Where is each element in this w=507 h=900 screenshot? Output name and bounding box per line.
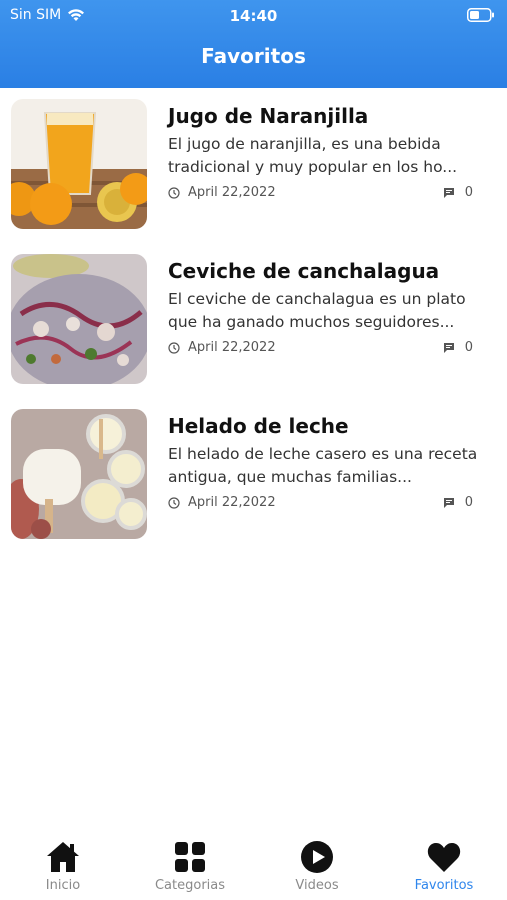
comment-icon: [443, 342, 454, 353]
clock: 14:40: [229, 7, 278, 25]
comment-count: 0: [464, 340, 473, 355]
date-meta: April 22,2022: [168, 340, 276, 355]
clock-icon: [168, 496, 180, 509]
recipe-description: El jugo de naranjilla, es una bebida tra…: [168, 135, 458, 176]
list-item[interactable]: Ceviche de canchalagua El ceviche de can…: [0, 243, 507, 398]
comment-icon: [443, 187, 454, 198]
tab-categorias[interactable]: Categorias: [127, 840, 253, 893]
recipe-title[interactable]: Ceviche de canchalagua: [168, 259, 439, 283]
tab-inicio[interactable]: Inicio: [0, 840, 126, 893]
page-title: Favoritos: [201, 44, 306, 68]
date-meta: April 22,2022: [168, 185, 276, 200]
comment-icon: [443, 497, 454, 508]
recipe-date: April 22,2022: [188, 495, 276, 510]
tab-label: Inicio: [45, 878, 81, 893]
recipe-description: El ceviche de canchalagua es un plato qu…: [168, 290, 466, 331]
favorites-list: Jugo de Naranjilla El jugo de naranjilla…: [0, 88, 507, 553]
grid-icon: [175, 842, 205, 872]
recipe-date: April 22,2022: [188, 185, 276, 200]
status-bar: Sin SIM 14:40: [0, 6, 507, 28]
date-meta: April 22,2022: [168, 495, 276, 510]
play-icon: [301, 841, 333, 873]
ice-cream-photo: [11, 409, 147, 539]
tab-label: Videos: [295, 878, 339, 893]
battery-icon: [467, 8, 494, 22]
tab-videos[interactable]: Videos: [254, 840, 380, 893]
recipe-title[interactable]: Jugo de Naranjilla: [168, 104, 368, 128]
clock-icon: [168, 186, 180, 199]
list-item[interactable]: Jugo de Naranjilla El jugo de naranjilla…: [0, 88, 507, 243]
clock-icon: [168, 341, 180, 354]
comments-meta: 0: [443, 185, 473, 200]
tab-label: Favoritos: [414, 878, 474, 893]
comment-count: 0: [464, 185, 473, 200]
comments-meta: 0: [443, 495, 473, 510]
orange-juice-photo: [11, 99, 147, 229]
ceviche-photo: [11, 254, 147, 384]
tab-favoritos[interactable]: Favoritos: [381, 840, 507, 893]
recipe-date: April 22,2022: [188, 340, 276, 355]
list-item[interactable]: Helado de leche El helado de leche caser…: [0, 398, 507, 553]
bottom-tab-bar: Inicio Categorias Videos Favoritos: [0, 826, 507, 900]
comments-meta: 0: [443, 340, 473, 355]
home-icon: [47, 842, 79, 872]
recipe-title[interactable]: Helado de leche: [168, 414, 349, 438]
tab-label: Categorias: [154, 878, 226, 893]
comment-count: 0: [464, 495, 473, 510]
heart-icon: [427, 843, 461, 872]
recipe-description: El helado de leche casero es una receta …: [168, 445, 478, 486]
app-header: Sin SIM 14:40 Favoritos: [0, 0, 507, 88]
